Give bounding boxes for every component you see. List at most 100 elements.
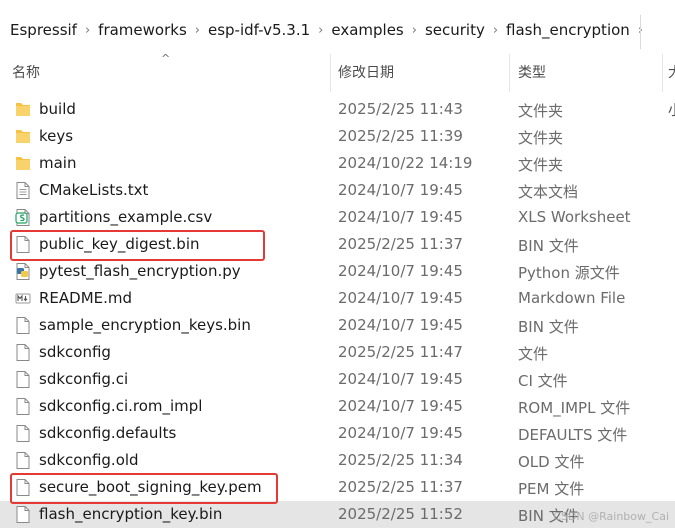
file-type: 文件夹 bbox=[518, 102, 564, 120]
file-type: Python 源文件 bbox=[518, 264, 620, 282]
file-name: sdkconfig bbox=[39, 343, 111, 361]
spreadsheet-file-icon bbox=[15, 209, 31, 226]
chevron-right-icon[interactable]: › bbox=[85, 23, 90, 38]
file-name: CMakeLists.txt bbox=[39, 181, 149, 199]
file-icon bbox=[15, 452, 31, 469]
file-row[interactable]: sdkconfig.old 2025/2/25 11:34 OLD 文件 bbox=[0, 447, 675, 474]
file-modified-date: 2024/10/7 19:45 bbox=[338, 208, 463, 226]
chevron-right-icon[interactable]: › bbox=[493, 23, 498, 38]
chevron-right-icon[interactable]: › bbox=[412, 23, 417, 38]
file-name: sdkconfig.ci bbox=[39, 370, 129, 388]
chevron-right-icon[interactable]: › bbox=[318, 23, 323, 38]
file-type: OLD 文件 bbox=[518, 453, 585, 471]
column-header: 名称 ^ 修改日期 类型 大小 bbox=[0, 52, 675, 119]
file-name: keys bbox=[39, 127, 74, 145]
file-modified-date: 2024/10/7 19:45 bbox=[338, 316, 463, 334]
watermark: CSDN @Rainbow_Cai bbox=[553, 510, 669, 523]
file-row[interactable]: keys 2025/2/25 11:39 文件夹 bbox=[0, 123, 675, 150]
file-type: Markdown File bbox=[518, 289, 626, 307]
breadcrumb: Espressif › frameworks › esp-idf-v5.3.1 › exam… bbox=[10, 21, 651, 39]
column-size-header[interactable]: 大小 bbox=[668, 54, 675, 119]
file-modified-date: 2025/2/25 11:43 bbox=[338, 100, 463, 118]
folder-icon bbox=[15, 155, 31, 172]
file-row[interactable]: public_key_digest.bin 2025/2/25 11:37 BIN … bbox=[0, 231, 675, 258]
file-name: build bbox=[39, 100, 76, 118]
file-name: sdkconfig.ci.rom_impl bbox=[39, 397, 203, 415]
file-name: public_key_digest.bin bbox=[39, 235, 200, 253]
column-type-header[interactable]: 类型 bbox=[518, 54, 546, 92]
file-modified-date: 2025/2/25 11:39 bbox=[338, 127, 463, 145]
file-name: README.md bbox=[39, 289, 133, 307]
file-icon bbox=[15, 236, 31, 253]
file-modified-date: 2024/10/7 19:45 bbox=[338, 262, 463, 280]
file-type: 文件夹 bbox=[518, 156, 564, 174]
file-type: PEM 文件 bbox=[518, 480, 585, 498]
file-row[interactable]: sdkconfig.defaults 2024/10/7 19:45 DEFAULT… bbox=[0, 420, 675, 447]
file-row[interactable]: partitions_example.csv 2024/10/7 19:45 XLS… bbox=[0, 204, 675, 231]
file-type: ROM_IMPL 文件 bbox=[518, 399, 631, 417]
markdown-file-icon bbox=[15, 290, 31, 307]
file-type: DEFAULTS 文件 bbox=[518, 426, 628, 444]
file-name: pytest_flash_encryption.py bbox=[39, 262, 241, 280]
file-modified-date: 2025/2/25 11:37 bbox=[338, 478, 463, 496]
file-icon bbox=[15, 425, 31, 442]
file-row[interactable]: sdkconfig.ci 2024/10/7 19:45 CI 文件 bbox=[0, 366, 675, 393]
folder-icon bbox=[15, 128, 31, 145]
column-divider[interactable] bbox=[330, 54, 331, 92]
file-row[interactable]: pytest_flash_encryption.py 2024/10/7 19:4… bbox=[0, 258, 675, 285]
file-modified-date: 2024/10/7 19:45 bbox=[338, 289, 463, 307]
file-modified-date: 2024/10/22 14:19 bbox=[338, 154, 473, 172]
file-modified-date: 2025/2/25 11:37 bbox=[338, 235, 463, 253]
file-row[interactable]: secure_boot_signing_key.pem 2025/2/25 11:… bbox=[0, 474, 675, 501]
file-type: XLS Worksheet bbox=[518, 208, 631, 226]
file-modified-date: 2025/2/25 11:52 bbox=[338, 505, 463, 523]
file-modified-date: 2024/10/7 19:45 bbox=[338, 424, 463, 442]
breadcrumb-item[interactable]: frameworks bbox=[98, 21, 187, 39]
file-name: partitions_example.csv bbox=[39, 208, 213, 226]
column-divider[interactable] bbox=[662, 54, 663, 92]
file-name: sdkconfig.old bbox=[39, 451, 139, 469]
file-row[interactable]: sample_encryption_keys.bin 2024/10/7 19:4… bbox=[0, 312, 675, 339]
breadcrumb-item[interactable]: security bbox=[425, 21, 485, 39]
file-name: flash_encryption_key.bin bbox=[39, 505, 223, 523]
file-row[interactable]: main 2024/10/22 14:19 文件夹 bbox=[0, 150, 675, 177]
breadcrumb-item[interactable]: flash_encryption bbox=[506, 21, 630, 39]
file-icon bbox=[15, 479, 31, 496]
file-type: BIN 文件 bbox=[518, 237, 579, 255]
address-dropdown-button[interactable] bbox=[640, 15, 675, 49]
file-name: secure_boot_signing_key.pem bbox=[39, 478, 262, 496]
column-divider[interactable] bbox=[509, 54, 510, 92]
folder-icon bbox=[15, 101, 31, 118]
file-modified-date: 2024/10/7 19:45 bbox=[338, 181, 463, 199]
chevron-right-icon[interactable]: › bbox=[195, 23, 200, 38]
text-file-icon bbox=[15, 182, 31, 199]
file-type: CI 文件 bbox=[518, 372, 568, 390]
breadcrumb-item[interactable]: Espressif bbox=[10, 21, 77, 39]
file-row[interactable]: CMakeLists.txt 2024/10/7 19:45 文本文档 bbox=[0, 177, 675, 204]
file-row[interactable]: sdkconfig.ci.rom_impl 2024/10/7 19:45 ROM_… bbox=[0, 393, 675, 420]
file-name: sample_encryption_keys.bin bbox=[39, 316, 251, 334]
file-type: 文本文档 bbox=[518, 183, 579, 201]
sort-ascending-icon: ^ bbox=[161, 52, 171, 65]
file-icon bbox=[15, 398, 31, 415]
breadcrumb-item[interactable]: examples bbox=[331, 21, 403, 39]
address-bar[interactable]: Espressif › frameworks › esp-idf-v5.3.1 › exam… bbox=[0, 0, 675, 55]
file-name: sdkconfig.defaults bbox=[39, 424, 177, 442]
file-row[interactable]: README.md 2024/10/7 19:45 Markdown File bbox=[0, 285, 675, 312]
file-icon bbox=[15, 344, 31, 361]
file-type: 文件夹 bbox=[518, 129, 564, 147]
file-row[interactable]: sdkconfig 2025/2/25 11:47 文件 bbox=[0, 339, 675, 366]
breadcrumb-item[interactable]: esp-idf-v5.3.1 bbox=[208, 21, 310, 39]
file-name: main bbox=[39, 154, 77, 172]
column-date-header[interactable]: 修改日期 bbox=[338, 54, 394, 92]
file-modified-date: 2024/10/7 19:45 bbox=[338, 397, 463, 415]
file-type: 文件 bbox=[518, 345, 549, 363]
file-modified-date: 2025/2/25 11:34 bbox=[338, 451, 463, 469]
file-row[interactable]: build 2025/2/25 11:43 文件夹 bbox=[0, 96, 675, 123]
file-modified-date: 2025/2/25 11:47 bbox=[338, 343, 463, 361]
file-modified-date: 2024/10/7 19:45 bbox=[338, 370, 463, 388]
python-file-icon bbox=[15, 263, 31, 280]
column-name-header[interactable]: 名称 bbox=[12, 54, 40, 92]
file-type: BIN 文件 bbox=[518, 318, 579, 336]
file-icon bbox=[15, 317, 31, 334]
